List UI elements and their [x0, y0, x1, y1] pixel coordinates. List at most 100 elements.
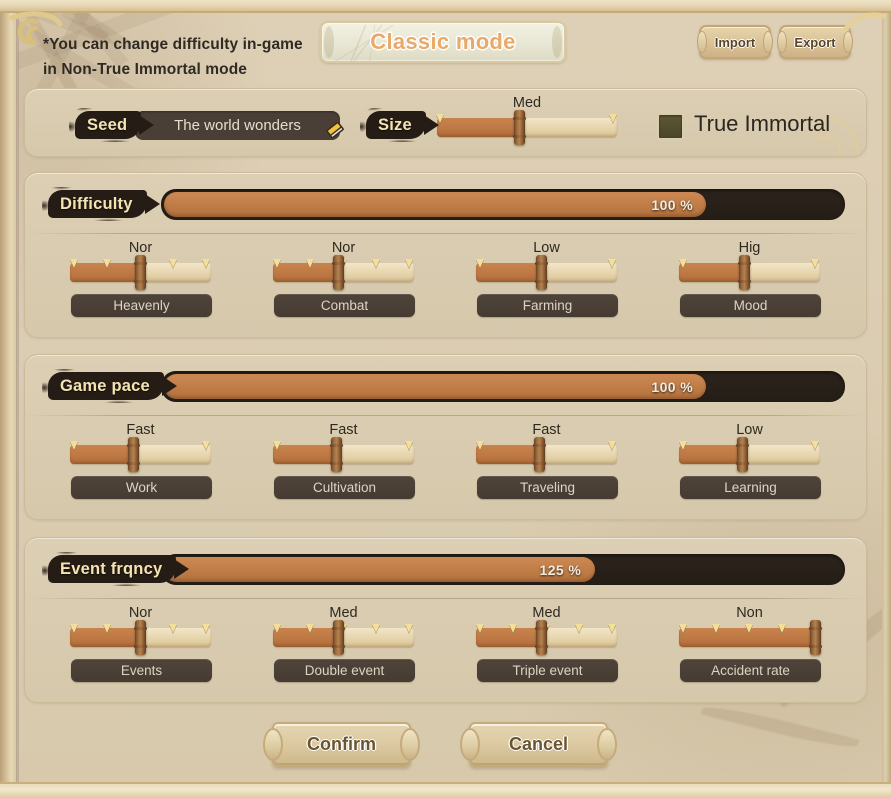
slider-caption: Low	[736, 422, 763, 438]
seed-label: Seed	[68, 108, 155, 142]
slider-handle[interactable]	[331, 620, 345, 655]
slider-name-chip[interactable]: Events	[71, 659, 212, 682]
slider-caption: Fast	[126, 422, 155, 438]
hint-line-2: in Non-True Immortal mode	[43, 61, 248, 78]
slider-track[interactable]	[679, 445, 820, 464]
slider-tick	[405, 259, 414, 268]
settings-screen: *You can change difficulty in-game in No…	[0, 0, 891, 798]
slider-handle[interactable]	[737, 255, 751, 290]
slider-handle[interactable]	[127, 437, 141, 472]
slider-handle[interactable]	[134, 620, 147, 655]
slider-caption: Nor	[331, 240, 356, 256]
slider-handle[interactable]	[331, 255, 345, 290]
slider-name-chip[interactable]: Traveling	[477, 476, 618, 499]
seed-input[interactable]: The world wonders	[135, 111, 340, 140]
slider-fill	[70, 445, 134, 464]
slider-tick	[202, 624, 211, 633]
slider-tick	[305, 259, 314, 268]
slider-name-chip[interactable]: Accident rate	[680, 659, 821, 682]
percent-bar-fill	[164, 374, 707, 399]
slider-name-chip[interactable]: Combat	[274, 294, 415, 317]
slider-size-track[interactable]	[437, 118, 617, 137]
slider-tick	[475, 624, 484, 633]
slider-tick	[475, 259, 484, 268]
slider-name-chip[interactable]: Cultivation	[274, 476, 415, 499]
slider-handle[interactable]	[533, 437, 547, 472]
slider-fill	[476, 263, 541, 282]
section-label-gamepace: Game pace	[42, 369, 177, 403]
slider-track[interactable]	[70, 445, 211, 464]
slider-name-chip[interactable]: Triple event	[477, 659, 618, 682]
slider-handle[interactable]	[534, 255, 548, 290]
section-label-text: Game pace	[60, 376, 150, 395]
percent-bar-gamepace[interactable]: 100 %	[161, 371, 845, 402]
slider-tick	[811, 259, 820, 268]
difficulty-hint-text: *You can change difficulty in-game in No…	[43, 32, 343, 82]
slider-track[interactable]	[273, 445, 414, 464]
true-immortal-checkbox[interactable]	[657, 113, 684, 140]
slider-tick	[678, 259, 687, 268]
slider-handle[interactable]	[134, 255, 147, 290]
true-immortal-label: True Immortal	[694, 111, 831, 136]
mode-title-text: Classic mode	[370, 29, 516, 54]
slider-tick	[711, 624, 720, 633]
slider-tick	[778, 624, 787, 633]
slider-tick	[575, 624, 584, 633]
section-label-difficulty: Difficulty	[42, 187, 160, 221]
slider-tick	[372, 259, 381, 268]
slider-tick	[202, 441, 211, 450]
slider-tick	[272, 259, 281, 268]
percent-bar-fill	[164, 192, 707, 217]
confirm-button[interactable]: Confirm	[263, 722, 420, 767]
slider-caption: Fast	[329, 422, 358, 438]
slider-name-chip[interactable]: Double event	[274, 659, 415, 682]
window-bottom-border	[0, 782, 891, 798]
slider-size-handle[interactable]	[513, 110, 527, 145]
slider-name-chip[interactable]: Mood	[680, 294, 821, 317]
slider-name-chip[interactable]: Work	[71, 476, 212, 499]
slider-size-caption: Med	[512, 95, 542, 111]
slider-name-chip[interactable]: Farming	[477, 294, 618, 317]
slider-fill	[679, 445, 743, 464]
slider-tick	[102, 259, 111, 268]
slider-tick	[169, 259, 178, 268]
slider-tick	[272, 624, 281, 633]
import-button[interactable]: Import	[697, 25, 773, 59]
slider-tick	[69, 624, 78, 633]
slider-tick	[169, 624, 178, 633]
slider-caption: Med	[532, 605, 561, 621]
percent-bar-event[interactable]: 125 %	[161, 554, 845, 585]
cancel-button[interactable]: Cancel	[460, 722, 617, 767]
section-divider	[26, 233, 865, 234]
slider-tick	[608, 624, 617, 633]
slider-name-chip[interactable]: Learning	[680, 476, 821, 499]
slider-tick	[372, 624, 381, 633]
slider-tick	[608, 114, 617, 123]
hint-line-1: *You can change difficulty in-game	[43, 36, 303, 53]
slider-name-chip[interactable]: Heavenly	[71, 294, 212, 317]
slider-handle[interactable]	[736, 437, 750, 472]
slider-caption: Nor	[128, 240, 153, 256]
slider-handle[interactable]	[330, 437, 344, 472]
slider-tick	[405, 624, 414, 633]
percent-bar-difficulty[interactable]: 100 %	[161, 189, 845, 220]
section-label-text: Event frqncy	[60, 559, 163, 578]
section-label-text: Difficulty	[60, 194, 133, 213]
seed-value: The world wonders	[174, 117, 301, 134]
slider-tick	[69, 259, 78, 268]
slider-handle[interactable]	[534, 620, 548, 655]
slider-tick	[678, 441, 687, 450]
export-button[interactable]: Export	[777, 25, 853, 59]
section-divider	[26, 415, 865, 416]
mode-title-plate: Classic mode	[320, 21, 566, 63]
section-label-event: Event frqncy	[41, 552, 190, 586]
pencil-icon[interactable]	[324, 119, 346, 141]
slider-caption: Hig	[738, 240, 761, 256]
slider-track[interactable]	[476, 445, 617, 464]
percent-bar-value: 100 %	[651, 196, 694, 213]
slider-fill	[679, 263, 744, 282]
slider-handle[interactable]	[809, 620, 823, 655]
slider-caption: Fast	[532, 422, 561, 438]
slider-tick	[272, 441, 281, 450]
slider-tick	[508, 624, 517, 633]
